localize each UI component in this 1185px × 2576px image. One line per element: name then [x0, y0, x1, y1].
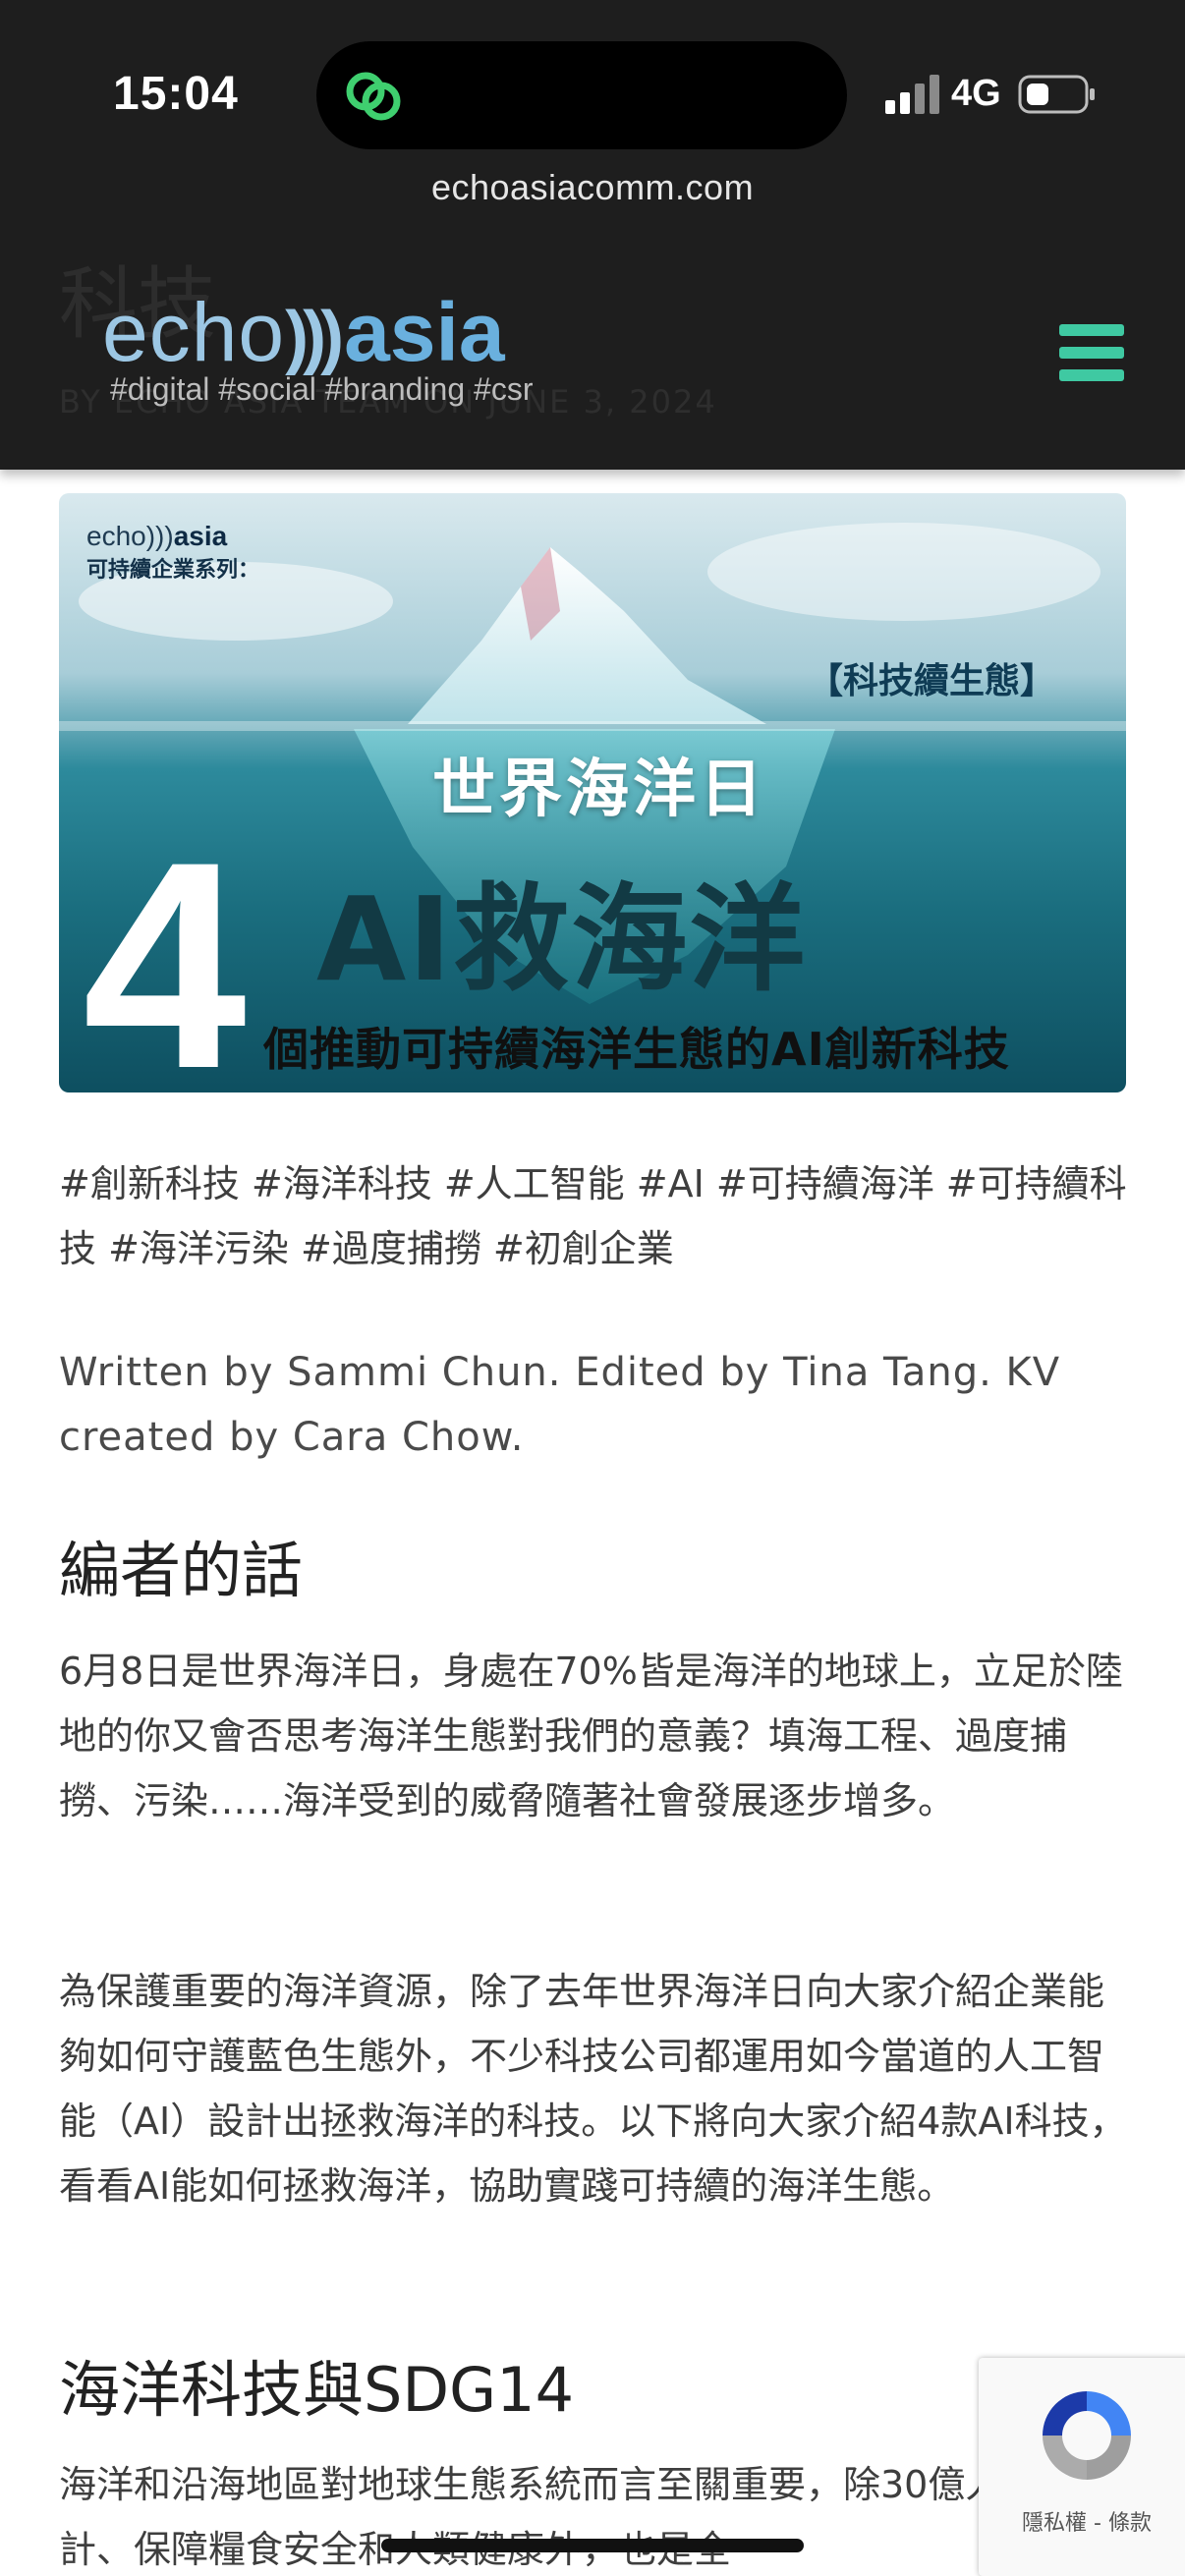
- hero-tag: 【科技續生態】: [808, 660, 1056, 701]
- link-chain-icon: [346, 72, 401, 121]
- hero-subtitle: 世界海洋日: [432, 754, 766, 826]
- hero-number: 4: [83, 800, 247, 1092]
- site-header: 科技 BY ECHO ASIA TEAM ON JUNE 3, 2024 15:…: [0, 0, 1185, 470]
- hamburger-menu-icon[interactable]: [1059, 324, 1124, 381]
- hero-brand: echo)))asia: [86, 521, 228, 551]
- cellular-signal-icon: [885, 75, 939, 114]
- paragraph-1: 6月8日是世界海洋日，身處在70%皆是海洋的地球上，立足於陸地的你又會否思考海洋…: [59, 1650, 1123, 1822]
- battery-icon: [1018, 75, 1095, 114]
- site-logo[interactable]: echo)))asia: [102, 285, 505, 380]
- hero-bottom-caption: 個推動可持續海洋生態的AI創新科技: [263, 1023, 1010, 1076]
- paragraph-3: 海洋和沿海地區對地球生態系統而言至關重要，除30億人提供生計、保障糧食安全和人類…: [59, 2463, 1114, 2571]
- paragraph-2: 為保護重要的海洋資源，除了去年世界海洋日向大家介紹企業能夠如何守護藍色生態外，不…: [59, 1970, 1127, 2208]
- recaptcha-badge[interactable]: 隱私權 - 條款: [979, 2358, 1185, 2576]
- hero-main-title: AI救海洋: [316, 871, 808, 1007]
- logo-asia-text: asia: [344, 286, 505, 378]
- heading-sdg14: 海洋科技與SDG14: [59, 2354, 575, 2426]
- recaptcha-logo-icon: [1043, 2391, 1131, 2480]
- heading-editor-note: 編者的話: [59, 1535, 304, 1606]
- home-indicator[interactable]: [381, 2539, 804, 2552]
- hero-series-label: 可持續企業系列：: [86, 557, 260, 583]
- article-tags: #創新科技 #海洋科技 #人工智能 #AI #可持續海洋 #可持續科技 #海洋污…: [59, 1162, 1127, 1270]
- dynamic-island: [316, 41, 847, 149]
- article-credits: Written by Sammi Chun. Edited by Tina Ta…: [59, 1350, 1061, 1460]
- logo-echo-text: echo: [102, 286, 286, 378]
- logo-waves: ))): [285, 298, 344, 376]
- recaptcha-privacy-terms-link[interactable]: 隱私權 - 條款: [979, 2505, 1185, 2537]
- status-time: 15:04: [113, 68, 239, 120]
- address-bar-url[interactable]: echoasiacomm.com: [0, 167, 1185, 208]
- network-type: 4G: [951, 73, 1001, 114]
- site-tagline: #digital #social #branding #csr: [110, 371, 534, 407]
- hero-image: echo)))asia 可持續企業系列： 【科技續生態】 世界海洋日 AI救海洋…: [59, 493, 1126, 1092]
